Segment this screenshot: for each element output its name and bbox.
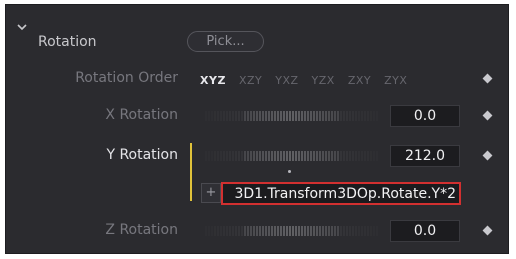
y-rotation-keyframe-diamond-icon[interactable]: [482, 150, 493, 161]
z-rotation-value-field[interactable]: 0.0: [390, 220, 460, 242]
chevron-down-icon[interactable]: [16, 18, 28, 31]
section-title: Rotation: [38, 34, 97, 50]
rotation-panel: Rotation Pick... Rotation Order XYZ XZY …: [5, 4, 509, 254]
rotation-order-option-yzx[interactable]: YZX: [312, 74, 335, 87]
rotation-order-options: XYZ XZY YXZ YZX ZXY ZYX: [200, 74, 420, 87]
y-rotation-slider[interactable]: [204, 150, 378, 162]
rotation-order-option-xyz[interactable]: XYZ: [200, 74, 226, 87]
expression-text: 3D1.Transform3DOp.Rotate.Y*2: [234, 186, 456, 202]
expression-indicator-bar: [190, 143, 192, 201]
x-rotation-slider[interactable]: [204, 110, 378, 122]
z-rotation-keyframe-diamond-icon[interactable]: [482, 225, 493, 236]
expression-add-button[interactable]: +: [201, 183, 221, 203]
rotation-order-option-zxy[interactable]: ZXY: [348, 74, 371, 87]
rotation-order-option-yxz[interactable]: YXZ: [275, 74, 298, 87]
x-rotation-value-field[interactable]: 0.0: [390, 105, 460, 127]
x-rotation-keyframe-diamond-icon[interactable]: [482, 110, 493, 121]
z-rotation-label: Z Rotation: [105, 222, 178, 238]
pick-button[interactable]: Pick...: [187, 31, 264, 52]
rotation-order-label: Rotation Order: [75, 70, 178, 86]
y-rotation-expression-field[interactable]: 3D1.Transform3DOp.Rotate.Y*2: [221, 182, 461, 205]
x-rotation-label: X Rotation: [105, 107, 178, 123]
rotation-order-option-xzy[interactable]: XZY: [239, 74, 262, 87]
z-rotation-slider[interactable]: [204, 225, 378, 237]
rotation-order-keyframe-diamond-icon[interactable]: [482, 73, 493, 84]
rotation-order-option-zyx[interactable]: ZYX: [384, 74, 407, 87]
y-rotation-slider-center-dot: [288, 170, 291, 173]
y-rotation-label: Y Rotation: [106, 147, 178, 163]
y-rotation-value-field[interactable]: 212.0: [390, 145, 460, 167]
